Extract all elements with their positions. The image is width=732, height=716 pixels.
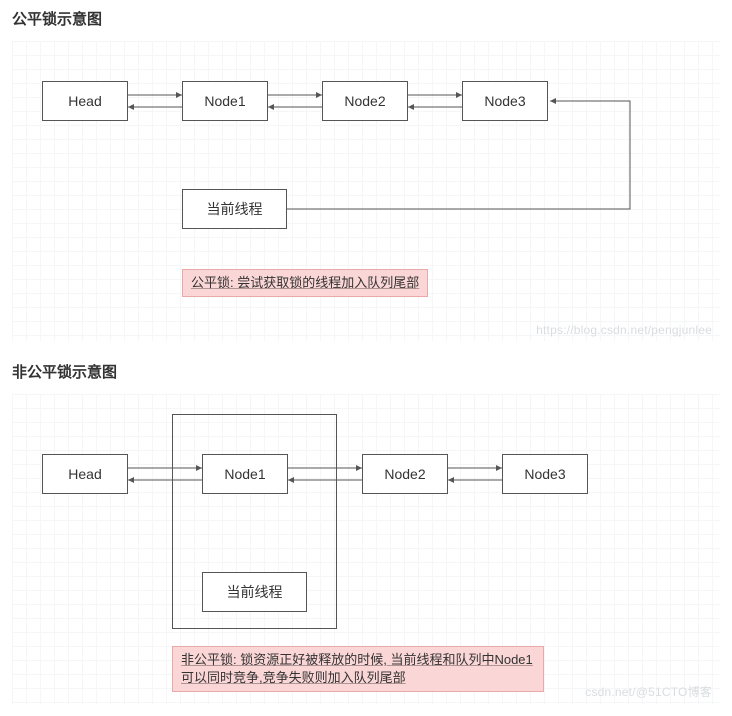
- node-head: Head: [42, 454, 128, 494]
- node-current-thread: 当前线程: [182, 189, 287, 229]
- unfair-watermark: csdn.net/@51CTO博客: [585, 683, 712, 700]
- unfair-lock-diagram: Head Node1 Node2 Node3 当前线程 非公平锁: 锁资源正好被…: [12, 394, 720, 704]
- fair-lock-title: 公平锁示意图: [0, 0, 732, 37]
- fair-note: 公平锁: 尝试获取锁的线程加入队列尾部: [182, 269, 428, 297]
- node-n3: Node3: [462, 81, 548, 121]
- unfair-lock-title: 非公平锁示意图: [0, 353, 732, 390]
- node-current-thread: 当前线程: [202, 572, 307, 612]
- unfair-note: 非公平锁: 锁资源正好被释放的时候, 当前线程和队列中Node1可以同时竞争,竞…: [172, 646, 544, 692]
- node-n1: Node1: [182, 81, 268, 121]
- fair-lock-diagram: Head Node1 Node2 Node3 当前线程 公平锁: 尝试获取锁的线…: [12, 41, 720, 341]
- node-n3: Node3: [502, 454, 588, 494]
- node-head: Head: [42, 81, 128, 121]
- node-n1: Node1: [202, 454, 288, 494]
- node-n2: Node2: [362, 454, 448, 494]
- fair-watermark: https://blog.csdn.net/pengjunlee: [536, 323, 712, 337]
- node-n2: Node2: [322, 81, 408, 121]
